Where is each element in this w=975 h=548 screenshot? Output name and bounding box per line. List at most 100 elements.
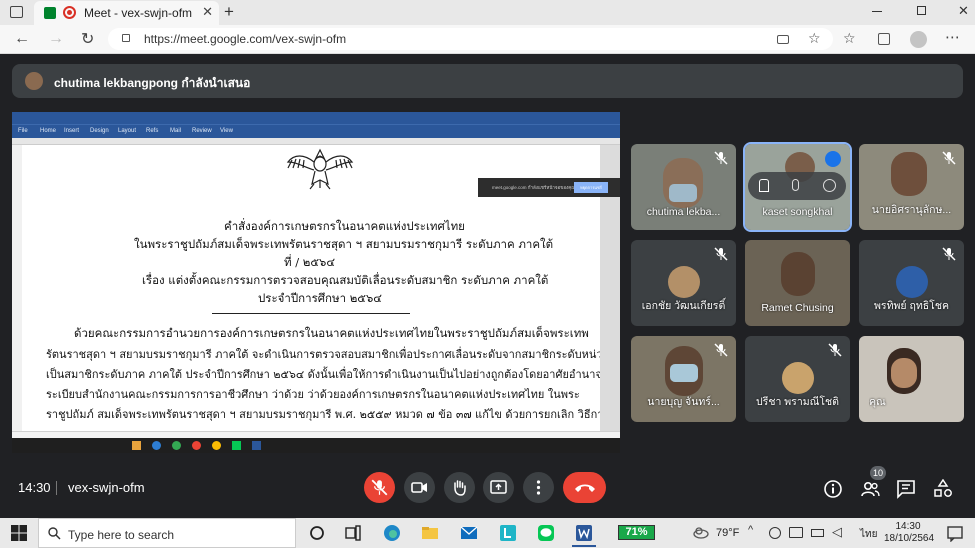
meeting-details-icon[interactable] <box>823 479 843 499</box>
camera-icon <box>411 482 427 493</box>
participant-tile[interactable]: นายบุญ จันทร์... <box>631 336 736 422</box>
participant-tile[interactable]: chutima lekba... <box>631 144 736 230</box>
participant-name: Ramet Chusing <box>761 302 834 314</box>
participant-name: นายอิศรานุลักษ... <box>871 204 952 216</box>
meet-favicon-icon <box>44 7 56 19</box>
camera-toggle-button[interactable] <box>404 472 435 503</box>
participant-tile[interactable]: พรทิพย์ ฤทธิโชค <box>859 240 964 326</box>
line-app-icon[interactable] <box>537 524 555 542</box>
mail-icon[interactable] <box>460 524 478 542</box>
doc-heading-2: ในพระราชูปถัมภ์สมเด็จพระเทพรัตนราชสุดา ฯ… <box>134 237 554 251</box>
remove-icon[interactable] <box>823 179 836 192</box>
file-explorer-icon[interactable] <box>421 524 439 542</box>
remote-taskbar <box>12 438 620 453</box>
maximize-icon[interactable] <box>917 6 926 15</box>
participant-tile-speaking[interactable]: kaset songkhal <box>743 142 852 232</box>
participant-name: kaset songkhal <box>762 206 833 218</box>
mic-off-icon <box>942 151 956 165</box>
word-app-icon[interactable] <box>575 524 593 542</box>
favorite-icon[interactable]: ☆ <box>808 30 821 47</box>
presenter-text: chutima lekbangpong กำลังนำเสนอ <box>54 76 251 90</box>
taskbar-clock[interactable]: 14:30 18/10/2564 <box>884 521 934 545</box>
battery-indicator[interactable]: 71% <box>618 525 655 540</box>
garuda-emblem-icon <box>286 148 354 190</box>
battery-tray-icon[interactable] <box>811 529 824 537</box>
volume-icon[interactable]: ◁ <box>832 524 842 540</box>
presenter-avatar <box>25 72 43 90</box>
mic-icon[interactable] <box>792 179 799 191</box>
camera-indicator-icon[interactable] <box>777 35 789 44</box>
collections-icon[interactable] <box>878 33 890 45</box>
notification-center-icon[interactable] <box>946 524 964 542</box>
meeting-time: 14:30 <box>18 480 51 495</box>
leave-call-button[interactable] <box>563 472 606 503</box>
network-icon[interactable] <box>789 527 803 538</box>
participant-tile[interactable]: ปรีชา พรามณีโชติ <box>745 336 850 422</box>
participant-name: พรทิพย์ ฤทธิโชค <box>874 300 949 312</box>
word-title-bar <box>12 112 620 124</box>
pin-icon[interactable] <box>759 179 769 192</box>
weather-temperature[interactable]: 79°F <box>716 527 739 539</box>
window-menu-icon[interactable] <box>10 6 23 18</box>
word-ribbon: File Home Insert Design Layout Refs Mail Review… <box>12 124 620 138</box>
lock-icon <box>122 34 130 42</box>
profile-avatar[interactable] <box>910 31 927 48</box>
taskbar-search-box[interactable]: Type here to search <box>38 518 296 548</box>
back-icon[interactable]: ← <box>14 30 30 48</box>
participant-tile[interactable]: เอกชัย วัฒนเกียรติ์ <box>631 240 736 326</box>
mic-toggle-button[interactable] <box>364 472 395 503</box>
close-window-icon[interactable]: ✕ <box>958 3 969 19</box>
search-placeholder: Type here to search <box>68 528 175 542</box>
hang-up-icon <box>575 484 595 492</box>
activities-icon[interactable] <box>933 479 953 499</box>
mic-off-icon <box>371 479 388 496</box>
windows-taskbar: Type here to search 71% 79°F ^ ◁ ไทย 14:… <box>0 518 975 548</box>
search-icon <box>48 527 61 540</box>
participant-name: ปรีชา พรามณีโชติ <box>756 396 839 408</box>
participant-tile-self[interactable]: คุณ <box>859 336 964 422</box>
recording-dot-icon <box>63 6 76 19</box>
address-bar[interactable]: https://meet.google.com/vex-swjn-ofm <box>108 28 833 50</box>
windows-start-icon[interactable] <box>10 524 28 542</box>
tab-close-icon[interactable]: ✕ <box>202 4 213 20</box>
cortana-icon[interactable] <box>308 524 326 542</box>
present-screen-button[interactable] <box>483 472 514 503</box>
participant-avatar <box>896 266 928 298</box>
shared-screen: File Home Insert Design Layout Refs Mail Review… <box>12 112 620 453</box>
refresh-icon[interactable]: ↻ <box>81 29 94 49</box>
presenter-banner: chutima lekbangpong กำลังนำเสนอ <box>12 64 963 98</box>
sharing-notification: meet.google.com กำลังแชร์หน้าจอของคุณ หย… <box>478 178 620 197</box>
hand-icon <box>454 480 466 496</box>
new-tab-button[interactable]: + <box>224 2 234 22</box>
stop-sharing-button[interactable]: หยุดการแชร์ <box>574 182 608 193</box>
task-view-icon[interactable] <box>344 524 362 542</box>
input-language[interactable]: ไทย <box>860 527 877 542</box>
browser-tab-strip: Meet - vex-swjn-ofm ✕ + ✕ <box>0 0 975 25</box>
doc-order-number: ที่ / ๒๕๖๔ <box>284 255 336 269</box>
participant-name: เอกชัย วัฒนเกียรติ์ <box>641 300 726 312</box>
participant-name: คุณ <box>869 396 886 408</box>
participant-tile[interactable]: นายอิศรานุลักษ... <box>859 144 964 230</box>
weather-icon[interactable] <box>692 524 710 542</box>
tab-title: Meet - vex-swjn-ofm <box>84 6 193 20</box>
edge-browser-icon[interactable] <box>383 524 401 542</box>
l-app-icon[interactable] <box>499 524 517 542</box>
favorites-icon[interactable]: ☆ <box>843 30 856 47</box>
people-icon[interactable] <box>860 479 880 499</box>
raise-hand-button[interactable] <box>444 472 475 503</box>
more-options-button[interactable] <box>523 472 554 503</box>
browser-tab[interactable]: Meet - vex-swjn-ofm ✕ <box>34 1 219 25</box>
participant-avatar <box>668 266 700 298</box>
minimize-icon[interactable] <box>872 11 882 12</box>
tray-app-icon[interactable] <box>769 527 781 539</box>
speaking-indicator-icon <box>825 151 841 167</box>
doc-paragraph-line: ด้วยคณะกรรมการอำนวยการองค์การเกษตรกรในอน… <box>74 326 589 340</box>
doc-paragraph-line: ราชูปถัมภ์ สมเด็จพระเทพรัตนราชสุดา ฯ สยา… <box>46 408 610 421</box>
forward-icon[interactable]: → <box>48 30 64 48</box>
doc-paragraph-line: รัตนราชสุดา ฯ สยามบรมราชกุมารี ภาคใต้ จะ… <box>46 348 610 361</box>
chat-icon[interactable] <box>896 479 916 499</box>
more-menu-icon[interactable]: ⋯ <box>945 28 960 46</box>
tray-chevron-icon[interactable]: ^ <box>748 524 753 536</box>
participant-avatar <box>782 362 814 394</box>
participant-tile[interactable]: Ramet Chusing <box>745 240 850 326</box>
